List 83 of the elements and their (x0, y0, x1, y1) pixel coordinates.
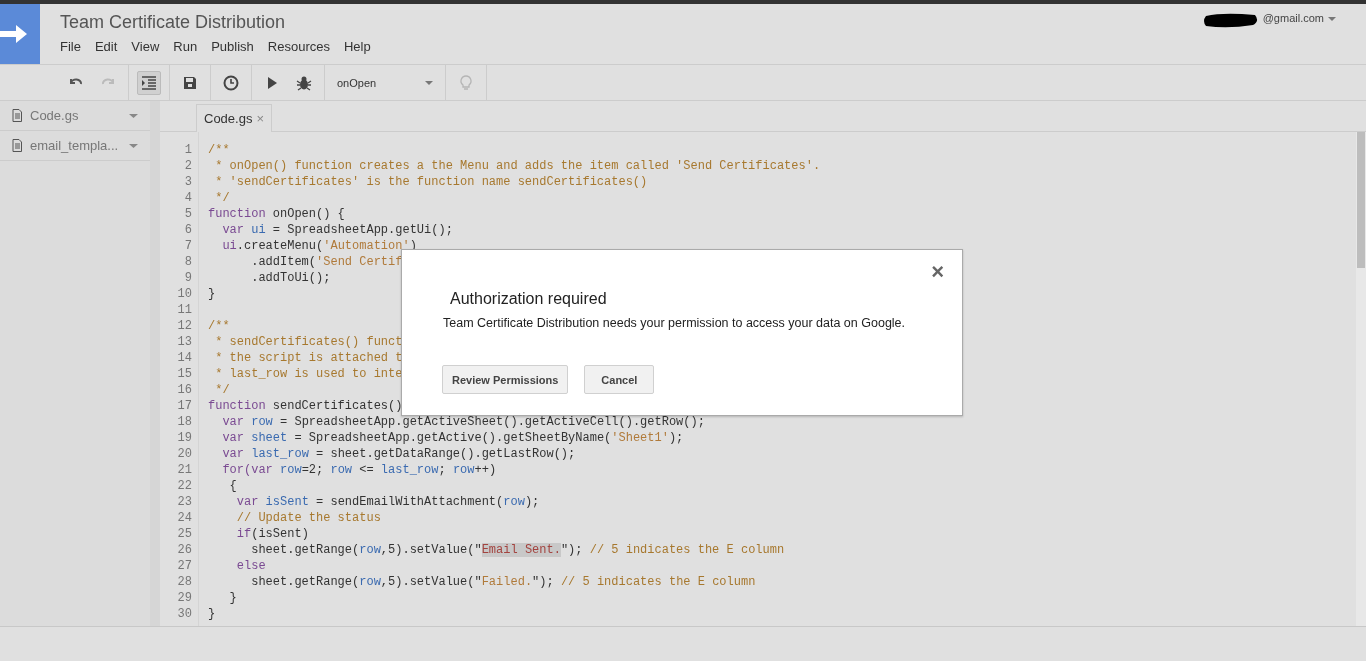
scrollbar-thumb[interactable] (1357, 132, 1365, 268)
line-number: 12 (176, 318, 193, 334)
code-line: } (228, 590, 237, 606)
dialog-title: Authorization required (450, 290, 607, 308)
code-line: { (228, 478, 237, 494)
line-number: 17 (176, 398, 193, 414)
line-number: 24 (176, 510, 193, 526)
code-line: sheet.getRange(row,5).setValue("Failed."); // 5 indicates the E column (250, 574, 756, 590)
code-line: var row = SpreadsheetApp.getActiveSheet().getActiveCell().getRow(); (221, 414, 705, 430)
caret-icon[interactable] (129, 142, 138, 149)
arrow-logo-icon (0, 23, 28, 45)
line-number: 19 (176, 430, 193, 446)
close-button[interactable]: × (931, 260, 944, 284)
code-line: // Update the status (235, 510, 381, 526)
code-line: * onOpen() function creates a the Menu and adds the item called 'Send Certificates'. (214, 158, 821, 174)
review-permissions-button[interactable]: Review Permissions (442, 365, 569, 394)
line-number: 20 (176, 446, 193, 462)
line-number: 8 (183, 254, 193, 270)
code-line: function onOpen() { (208, 206, 345, 222)
code-line: * 'sendCertificates' is the function name sendCertificates() (214, 174, 648, 190)
document-icon (12, 139, 22, 152)
caret-icon[interactable] (129, 112, 138, 119)
code-line: * the script is attached t (214, 350, 403, 366)
line-number: 29 (176, 590, 193, 606)
file-tab[interactable]: Code.gs × (196, 104, 272, 132)
code-line: var sheet = SpreadsheetApp.getActive().getSheetByName('Sheet1'); (221, 430, 684, 446)
code-line: else (235, 558, 266, 574)
menu-item[interactable]: Run (173, 39, 206, 54)
line-number: 30 (176, 606, 193, 622)
line-number: 13 (176, 334, 193, 350)
code-line: /** (208, 318, 230, 334)
code-line: for(var row=2; row <= last_row; row++) (221, 462, 497, 478)
dialog-message: Team Certificate Distribution needs your permission to access your data on Google. (443, 316, 906, 330)
line-number: 9 (183, 270, 193, 286)
document-icon (12, 109, 22, 122)
line-number: 2 (183, 158, 193, 174)
menu-item[interactable]: Help (343, 39, 379, 54)
indent-icon[interactable] (137, 70, 161, 95)
line-number: 22 (176, 478, 193, 494)
code-line: * sendCertificates() funct (214, 334, 403, 350)
code-line: */ (214, 190, 230, 206)
code-line: function sendCertificates() (208, 398, 403, 414)
code-line: } (208, 286, 216, 302)
caret-icon[interactable] (425, 78, 433, 87)
account-email[interactable]: @gmail.com (1262, 12, 1324, 24)
code-line: /** (208, 142, 230, 158)
line-number: 21 (176, 462, 193, 478)
code-line: var ui = SpreadsheetApp.getUi(); (221, 222, 453, 238)
menu-item[interactable]: Publish (211, 39, 262, 54)
line-number: 1 (183, 142, 193, 158)
line-number: 6 (183, 222, 193, 238)
code-line: var isSent = sendEmailWithAttachment(row); (235, 494, 540, 510)
menu-item[interactable]: Resources (267, 39, 338, 54)
cancel-button[interactable]: Cancel (584, 365, 655, 394)
menu-item[interactable]: Edit (94, 39, 126, 54)
code-line: * last_row is used to inte (214, 366, 403, 382)
redaction-mark (1202, 12, 1259, 28)
line-number: 27 (176, 558, 193, 574)
code-line: .addItem('Send Certif (250, 254, 403, 270)
line-number: 14 (176, 350, 193, 366)
line-number: 15 (176, 366, 193, 382)
line-number: 11 (176, 302, 193, 318)
project-title[interactable]: Team Certificate Distribution (60, 12, 1203, 33)
line-number: 5 (183, 206, 193, 222)
menu-item[interactable]: File (60, 39, 89, 54)
line-number: 25 (176, 526, 193, 542)
line-number: 10 (176, 286, 193, 302)
code-line: var last_row = sheet.getDataRange().getLastRow(); (221, 446, 576, 462)
code-line: } (208, 606, 216, 622)
code-line: .addToUi(); (250, 270, 331, 286)
line-number: 4 (183, 190, 193, 206)
line-number: 16 (176, 382, 193, 398)
line-number: 7 (183, 238, 193, 254)
function-select[interactable]: onOpen (333, 76, 437, 89)
line-number: 18 (176, 414, 193, 430)
line-number: 3 (183, 174, 193, 190)
line-number: 28 (176, 574, 193, 590)
menu-item[interactable]: View (131, 39, 168, 54)
code-line: */ (214, 382, 230, 398)
code-line: if(isSent) (235, 526, 309, 542)
line-number: 26 (176, 542, 193, 558)
code-line: sheet.getRange(row,5).setValue("Email Sent."); // 5 indicates the E column (250, 542, 785, 558)
line-number: 23 (176, 494, 193, 510)
